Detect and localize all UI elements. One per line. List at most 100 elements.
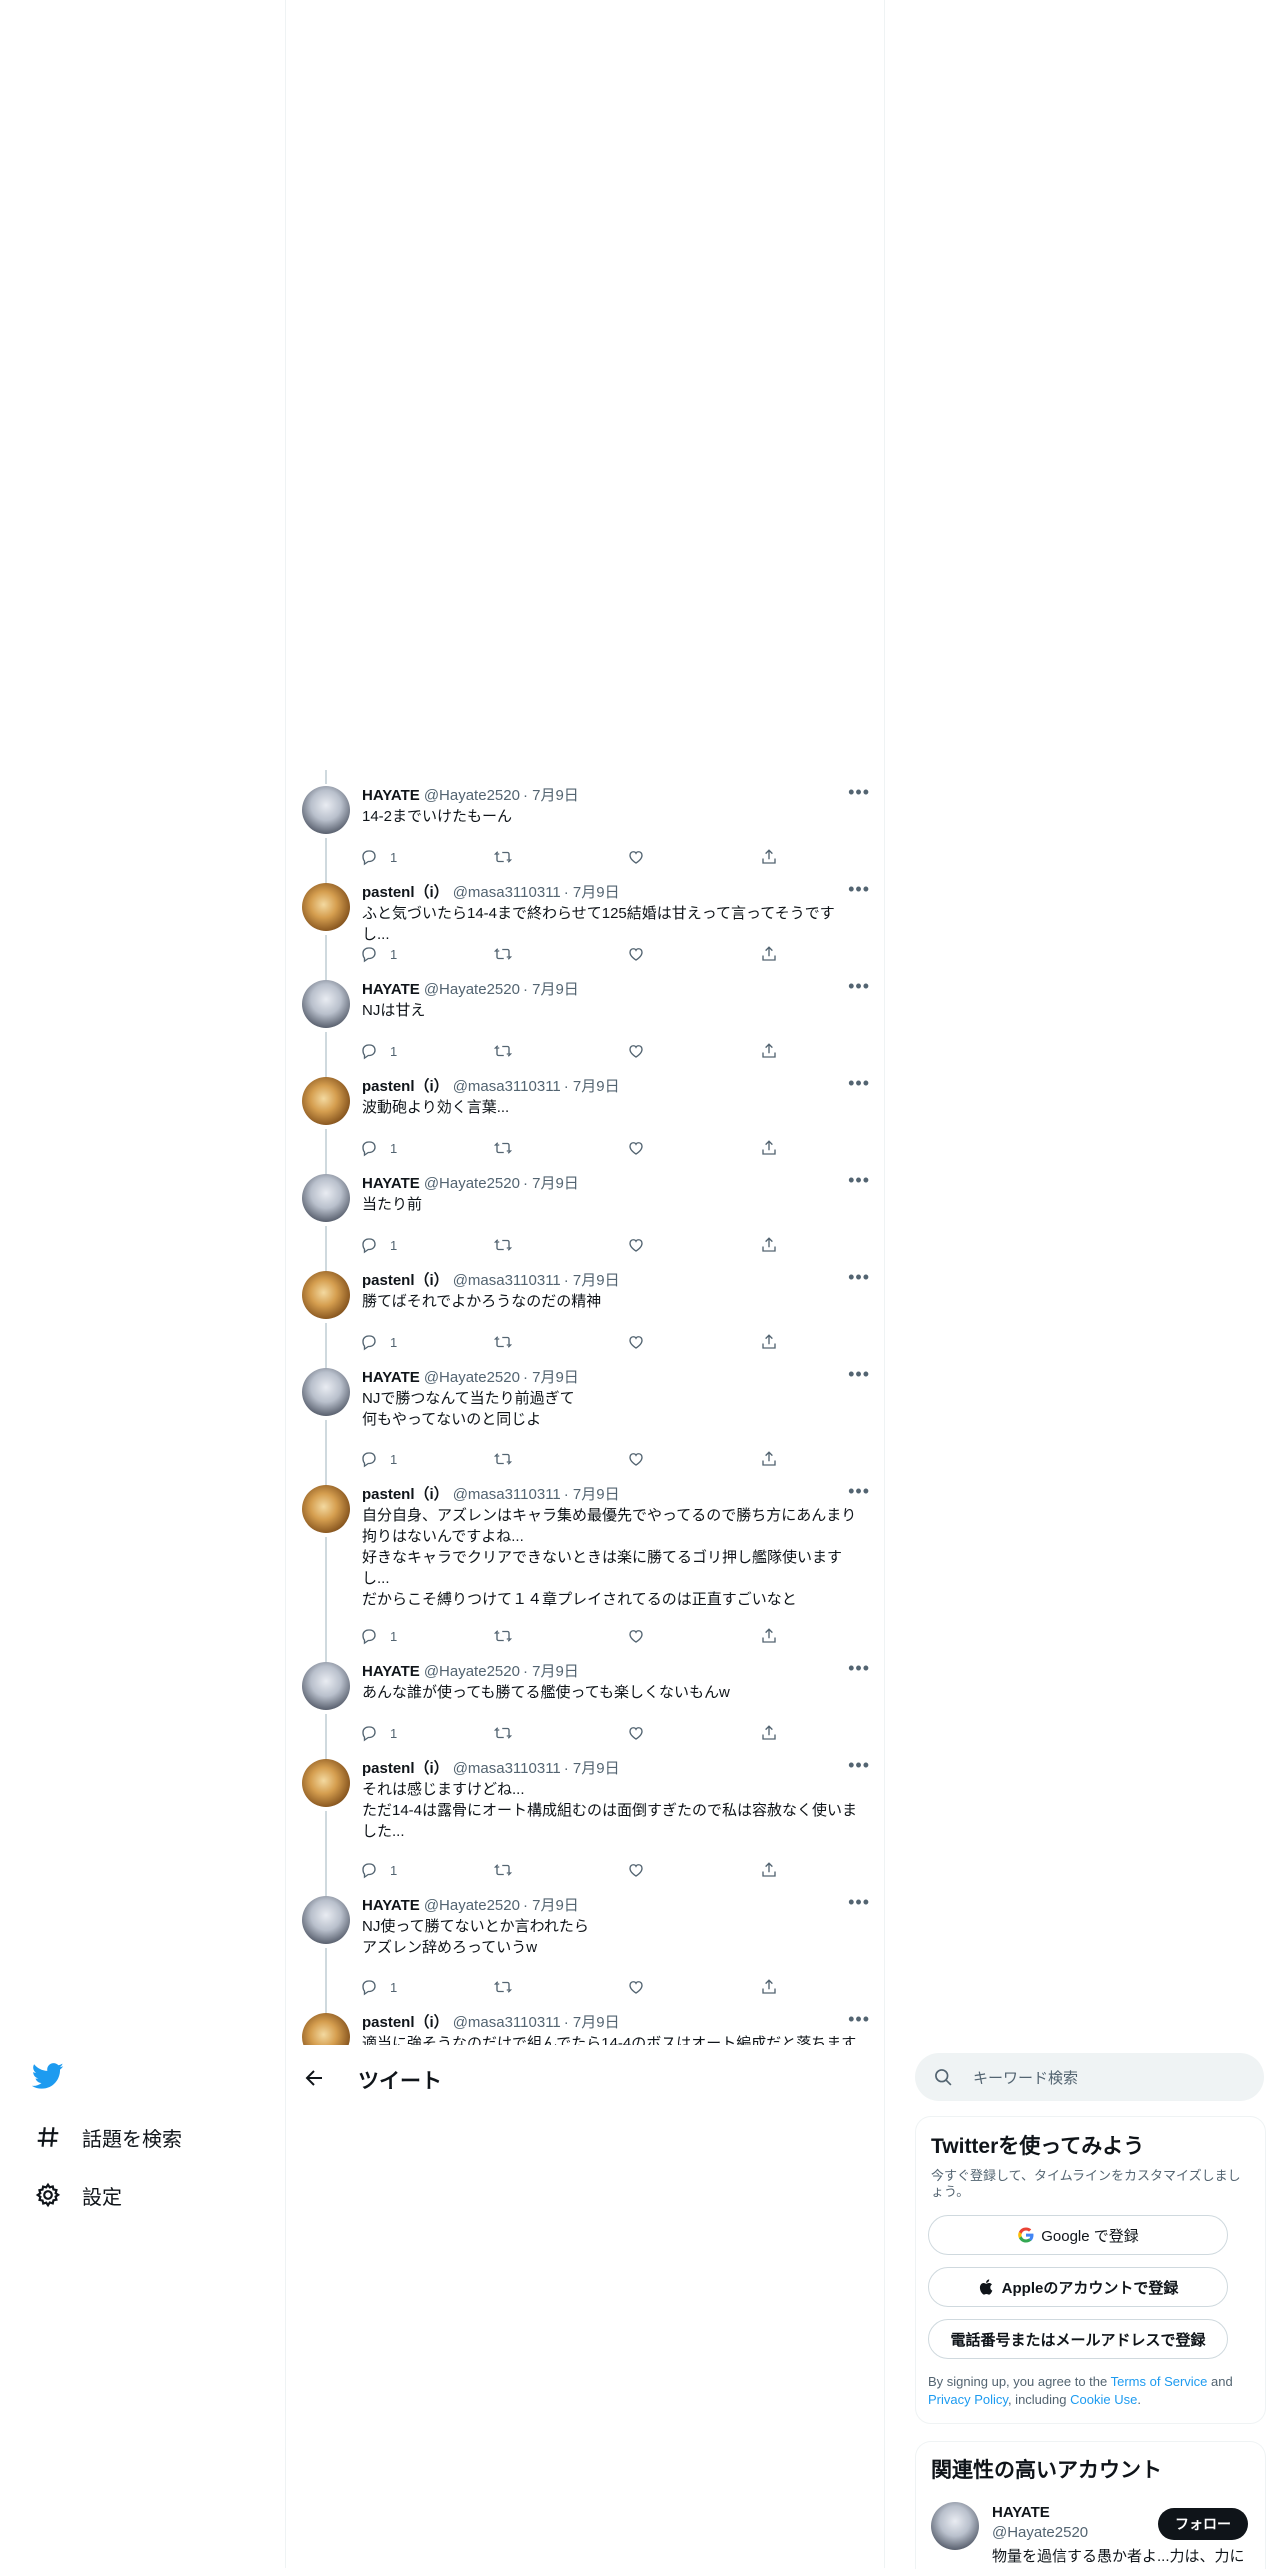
like-button[interactable] (627, 1042, 645, 1060)
tweet-author-name[interactable]: pastenl（i） (362, 1078, 449, 1095)
tweet[interactable]: HAYATE @Hayate2520 · 7月9日 ••• NJで勝つなんて当たり前過ぎ… (286, 1352, 884, 1496)
more-options-icon[interactable]: ••• (848, 976, 870, 997)
tweet-author-handle[interactable]: @Hayate2520 (424, 1369, 520, 1386)
tweet-date[interactable]: · 7月9日 (523, 1369, 579, 1386)
tweet-author-handle[interactable]: @masa3110311 (453, 2014, 561, 2031)
related-account-name[interactable]: HAYATE (992, 2504, 1050, 2521)
tweet-date[interactable]: · 7月9日 (564, 1486, 620, 1503)
tweet[interactable]: HAYATE @Hayate2520 · 7月9日 ••• 14-2までいけたもーん 1 (286, 770, 884, 894)
avatar[interactable] (302, 1368, 350, 1416)
tweet-author-name[interactable]: pastenl（i） (362, 1760, 449, 1777)
more-options-icon[interactable]: ••• (848, 1267, 870, 1288)
more-options-icon[interactable]: ••• (848, 782, 870, 803)
tweet[interactable]: pastenl（i） @masa3110311 · 7月9日 ••• それは感じますけど… (286, 1743, 884, 1907)
reply-button[interactable]: 1 (360, 1333, 397, 1351)
reply-button[interactable]: 1 (360, 1978, 397, 1996)
share-button[interactable] (760, 1236, 778, 1254)
avatar[interactable] (302, 883, 350, 931)
more-options-icon[interactable]: ••• (848, 1892, 870, 1913)
tweet[interactable]: HAYATE @Hayate2520 · 7月9日 ••• あんな誰が使っても勝てる艦使… (286, 1646, 884, 1770)
like-button[interactable] (627, 1236, 645, 1254)
tweet-author-handle[interactable]: @masa3110311 (453, 1760, 561, 1777)
tweet-author-handle[interactable]: @masa3110311 (453, 1272, 561, 1289)
retweet-button[interactable] (494, 1333, 512, 1351)
tweet[interactable]: pastenl（i） @masa3110311 · 7月9日 ••• ふと気づいたら14… (286, 867, 884, 991)
tweet-date[interactable]: · 7月9日 (564, 1760, 620, 1777)
retweet-button[interactable] (494, 1627, 512, 1645)
reply-button[interactable]: 1 (360, 945, 397, 963)
avatar[interactable] (302, 1759, 350, 1807)
retweet-button[interactable] (494, 1978, 512, 1996)
like-button[interactable] (627, 1333, 645, 1351)
arrow-left-icon[interactable] (302, 2066, 326, 2090)
tweet-date[interactable]: · 7月9日 (523, 981, 579, 998)
retweet-button[interactable] (494, 1861, 512, 1879)
retweet-button[interactable] (494, 945, 512, 963)
tweet-author-handle[interactable]: @Hayate2520 (424, 981, 520, 998)
tweet-author-name[interactable]: HAYATE (362, 981, 420, 998)
tweet-author-name[interactable]: HAYATE (362, 787, 420, 804)
tweet-author-name[interactable]: HAYATE (362, 1175, 420, 1192)
tweet[interactable]: pastenl（i） @masa3110311 · 7月9日 ••• 勝てばそれでよかろ… (286, 1255, 884, 1379)
tweet-author-name[interactable]: pastenl（i） (362, 2014, 449, 2031)
google-signup-button[interactable]: Google で登録 (928, 2215, 1228, 2255)
tweet-author-name[interactable]: pastenl（i） (362, 1272, 449, 1289)
avatar[interactable] (302, 1271, 350, 1319)
twitter-bird-icon[interactable] (31, 2060, 64, 2092)
share-button[interactable] (760, 1139, 778, 1157)
retweet-button[interactable] (494, 1139, 512, 1157)
tweet[interactable]: pastenl（i） @masa3110311 · 7月9日 ••• 適当に強そうなのだ… (286, 1997, 884, 2045)
phone-email-signup-button[interactable]: 電話番号またはメールアドレスで登録 (928, 2319, 1228, 2359)
sidebar-item-settings[interactable]: 設定 (34, 2175, 122, 2215)
tweet-author-name[interactable]: pastenl（i） (362, 884, 449, 901)
reply-button[interactable]: 1 (360, 1450, 397, 1468)
more-options-icon[interactable]: ••• (848, 1481, 870, 1502)
tweet-author-name[interactable]: HAYATE (362, 1897, 420, 1914)
search-input[interactable] (971, 2053, 1245, 2103)
retweet-button[interactable] (494, 848, 512, 866)
tweet-author-name[interactable]: HAYATE (362, 1369, 420, 1386)
retweet-button[interactable] (494, 1724, 512, 1742)
tweet-author-handle[interactable]: @Hayate2520 (424, 1897, 520, 1914)
like-button[interactable] (627, 945, 645, 963)
tweet-date[interactable]: · 7月9日 (523, 1663, 579, 1680)
sidebar-item-explore[interactable]: 話題を検索 (34, 2117, 182, 2157)
reply-button[interactable]: 1 (360, 1236, 397, 1254)
tweet-date[interactable]: · 7月9日 (564, 2014, 620, 2031)
reply-button[interactable]: 1 (360, 848, 397, 866)
share-button[interactable] (760, 1978, 778, 1996)
share-button[interactable] (760, 1627, 778, 1645)
tweet-author-name[interactable]: pastenl（i） (362, 1486, 449, 1503)
tweet-author-handle[interactable]: @masa3110311 (453, 884, 561, 901)
share-button[interactable] (760, 1861, 778, 1879)
avatar[interactable] (302, 1077, 350, 1125)
more-options-icon[interactable]: ••• (848, 1073, 870, 1094)
reply-button[interactable]: 1 (360, 1139, 397, 1157)
avatar[interactable] (931, 2502, 979, 2550)
reply-button[interactable]: 1 (360, 1724, 397, 1742)
share-button[interactable] (760, 1042, 778, 1060)
tweet[interactable]: HAYATE @Hayate2520 · 7月9日 ••• 当たり前 1 (286, 1158, 884, 1282)
more-options-icon[interactable]: ••• (848, 2009, 870, 2030)
more-options-icon[interactable]: ••• (848, 879, 870, 900)
tweet-author-name[interactable]: HAYATE (362, 1663, 420, 1680)
privacy-policy-link[interactable]: Privacy Policy (928, 2392, 1008, 2407)
tweet-date[interactable]: · 7月9日 (523, 1897, 579, 1914)
share-button[interactable] (760, 1724, 778, 1742)
share-button[interactable] (760, 945, 778, 963)
follow-button[interactable]: フォロー (1158, 2508, 1248, 2540)
tweet-author-handle[interactable]: @Hayate2520 (424, 787, 520, 804)
retweet-button[interactable] (494, 1042, 512, 1060)
tweet[interactable]: HAYATE @Hayate2520 · 7月9日 ••• NJは甘え 1 (286, 964, 884, 1088)
like-button[interactable] (627, 1724, 645, 1742)
apple-signup-button[interactable]: Appleのアカウントで登録 (928, 2267, 1228, 2307)
tweet-date[interactable]: · 7月9日 (564, 884, 620, 901)
more-options-icon[interactable]: ••• (848, 1364, 870, 1385)
retweet-button[interactable] (494, 1450, 512, 1468)
retweet-button[interactable] (494, 1236, 512, 1254)
tweet-date[interactable]: · 7月9日 (523, 787, 579, 804)
share-button[interactable] (760, 1450, 778, 1468)
tweet-author-handle[interactable]: @Hayate2520 (424, 1663, 520, 1680)
like-button[interactable] (627, 1978, 645, 1996)
reply-button[interactable]: 1 (360, 1042, 397, 1060)
